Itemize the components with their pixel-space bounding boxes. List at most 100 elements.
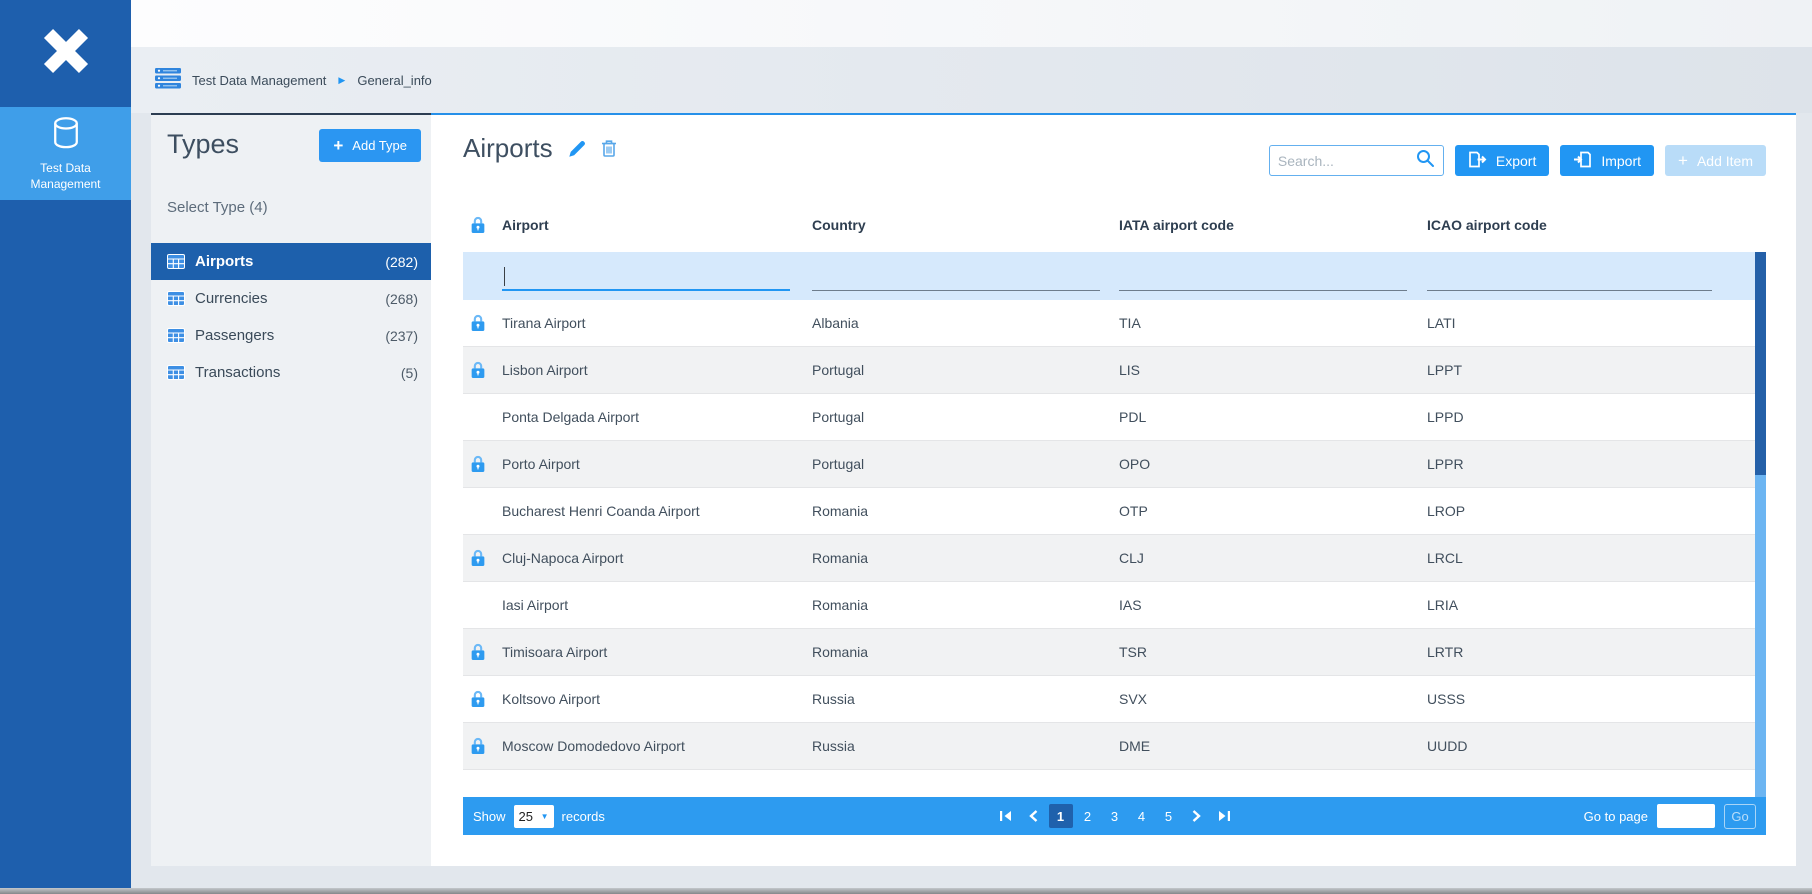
table-filter-row (463, 252, 1755, 300)
cell-icao: LROP (1422, 503, 1755, 519)
table-row[interactable]: Moscow Domodedovo AirportRussiaDMEUUDD (463, 723, 1755, 770)
add-type-button[interactable]: + Add Type (319, 129, 421, 162)
app-window: Test Data Management Test Data Managemen… (0, 0, 1812, 894)
breadcrumb-item-current: General_info (357, 73, 431, 88)
sidebar-item-label-line2: Management (30, 176, 100, 192)
column-header-iata[interactable]: IATA airport code (1114, 217, 1422, 233)
type-item-label: Transactions (195, 364, 401, 381)
table-row[interactable]: Lisbon AirportPortugalLISLPPT (463, 347, 1755, 394)
cell-iata: IAS (1114, 597, 1422, 613)
type-item-currencies[interactable]: Currencies(268) (151, 280, 431, 317)
table-body: Tirana AirportAlbaniaTIALATILisbon Airpo… (463, 300, 1755, 770)
top-strip (131, 0, 1812, 47)
show-label: Show (473, 809, 506, 824)
cell-airport: Moscow Domodedovo Airport (497, 738, 807, 754)
page-button-5[interactable]: 5 (1157, 804, 1181, 828)
cell-icao: LPPD (1422, 409, 1755, 425)
previous-page-button[interactable] (1021, 804, 1046, 828)
cell-country: Albania (807, 315, 1114, 331)
table-row[interactable]: Cluj-Napoca AirportRomaniaCLJLRCL (463, 535, 1755, 582)
page-button-4[interactable]: 4 (1130, 804, 1154, 828)
go-button[interactable]: Go (1724, 804, 1756, 829)
cell-country: Portugal (807, 456, 1114, 472)
lock-icon (463, 314, 497, 332)
table-row[interactable]: Tirana AirportAlbaniaTIALATI (463, 300, 1755, 347)
page-button-3[interactable]: 3 (1103, 804, 1127, 828)
type-item-transactions[interactable]: Transactions(5) (151, 354, 431, 391)
goto-page-label: Go to page (1584, 809, 1648, 824)
type-item-airports[interactable]: Airports(282) (151, 243, 431, 280)
pencil-icon[interactable] (566, 138, 588, 160)
first-page-button[interactable] (993, 804, 1018, 828)
goto-page-input[interactable] (1657, 804, 1715, 828)
import-button[interactable]: Import (1560, 145, 1654, 176)
table-row[interactable]: Timisoara AirportRomaniaTSRLRTR (463, 629, 1755, 676)
breadcrumb-arrow-icon: ▶ (336, 75, 347, 86)
cell-country: Romania (807, 503, 1114, 519)
cell-iata: LIS (1114, 362, 1422, 378)
cell-icao: LPPT (1422, 362, 1755, 378)
table-grid-icon (167, 365, 186, 381)
table-grid-icon (167, 328, 186, 344)
page-size-select[interactable]: 25 ▼ (514, 805, 554, 828)
sidebar-item-test-data-management[interactable]: Test Data Management (0, 107, 131, 200)
table-row[interactable]: Ponta Delgada AirportPortugalPDLLPPD (463, 394, 1755, 441)
table-scrollbar-thumb[interactable] (1755, 252, 1766, 475)
cell-icao: USSS (1422, 691, 1755, 707)
cell-airport: Cluj-Napoca Airport (497, 550, 807, 566)
table-row[interactable]: Porto AirportPortugalOPOLPPR (463, 441, 1755, 488)
table-row[interactable]: Iasi AirportRomaniaIASLRIA (463, 582, 1755, 629)
magnifier-icon[interactable] (1416, 149, 1435, 173)
pager: 12345 (993, 804, 1237, 828)
text-caret (504, 267, 505, 286)
table-grid-icon (167, 254, 186, 270)
cell-airport: Timisoara Airport (497, 644, 807, 660)
cell-country: Portugal (807, 362, 1114, 378)
next-page-button[interactable] (1184, 804, 1209, 828)
lock-icon (463, 361, 497, 379)
filter-input-icao[interactable] (1427, 265, 1712, 291)
last-page-button[interactable] (1212, 804, 1237, 828)
cell-iata: TIA (1114, 315, 1422, 331)
column-header-airport[interactable]: Airport (497, 217, 807, 233)
plus-icon: + (1678, 152, 1688, 169)
filter-input-iata[interactable] (1119, 265, 1407, 291)
table-grid-icon (167, 291, 186, 307)
table-row[interactable]: Bucharest Henri Coanda AirportRomaniaOTP… (463, 488, 1755, 535)
export-button[interactable]: Export (1455, 145, 1549, 176)
cell-country: Portugal (807, 409, 1114, 425)
cell-iata: CLJ (1114, 550, 1422, 566)
pagination-bar: Show 25 ▼ records 12345 (463, 797, 1766, 835)
type-item-label: Passengers (195, 327, 385, 344)
cell-airport: Tirana Airport (497, 315, 807, 331)
breadcrumb: Test Data Management ▶ General_info (131, 47, 1812, 113)
add-item-button[interactable]: + Add Item (1665, 145, 1766, 176)
app-logo[interactable] (0, 0, 131, 107)
plus-icon: + (333, 137, 343, 154)
filter-input-country[interactable] (812, 265, 1100, 291)
cell-airport: Lisbon Airport (497, 362, 807, 378)
cell-icao: LRTR (1422, 644, 1755, 660)
cell-icao: LRIA (1422, 597, 1755, 613)
type-item-count: (237) (385, 328, 418, 344)
cell-country: Romania (807, 550, 1114, 566)
records-label: records (562, 809, 605, 824)
type-item-passengers[interactable]: Passengers(237) (151, 317, 431, 354)
page-button-1[interactable]: 1 (1049, 804, 1073, 828)
cell-icao: UUDD (1422, 738, 1755, 754)
column-header-country[interactable]: Country (807, 217, 1114, 233)
column-header-icao[interactable]: ICAO airport code (1422, 217, 1755, 233)
sidebar-item-label-line1: Test Data (40, 160, 91, 176)
page-button-2[interactable]: 2 (1076, 804, 1100, 828)
chevron-down-icon: ▼ (541, 812, 549, 821)
database-icon (51, 116, 81, 154)
table-row[interactable]: Koltsovo AirportRussiaSVXUSSS (463, 676, 1755, 723)
filter-input-airport[interactable] (502, 265, 790, 291)
file-export-icon (1468, 151, 1487, 171)
trash-icon[interactable] (601, 139, 617, 158)
lock-icon (463, 690, 497, 708)
search-input[interactable] (1278, 153, 1416, 169)
window-bottom-edge (0, 888, 1812, 894)
table-scrollbar-track[interactable] (1755, 252, 1766, 799)
breadcrumb-item-root[interactable]: Test Data Management (192, 73, 326, 88)
